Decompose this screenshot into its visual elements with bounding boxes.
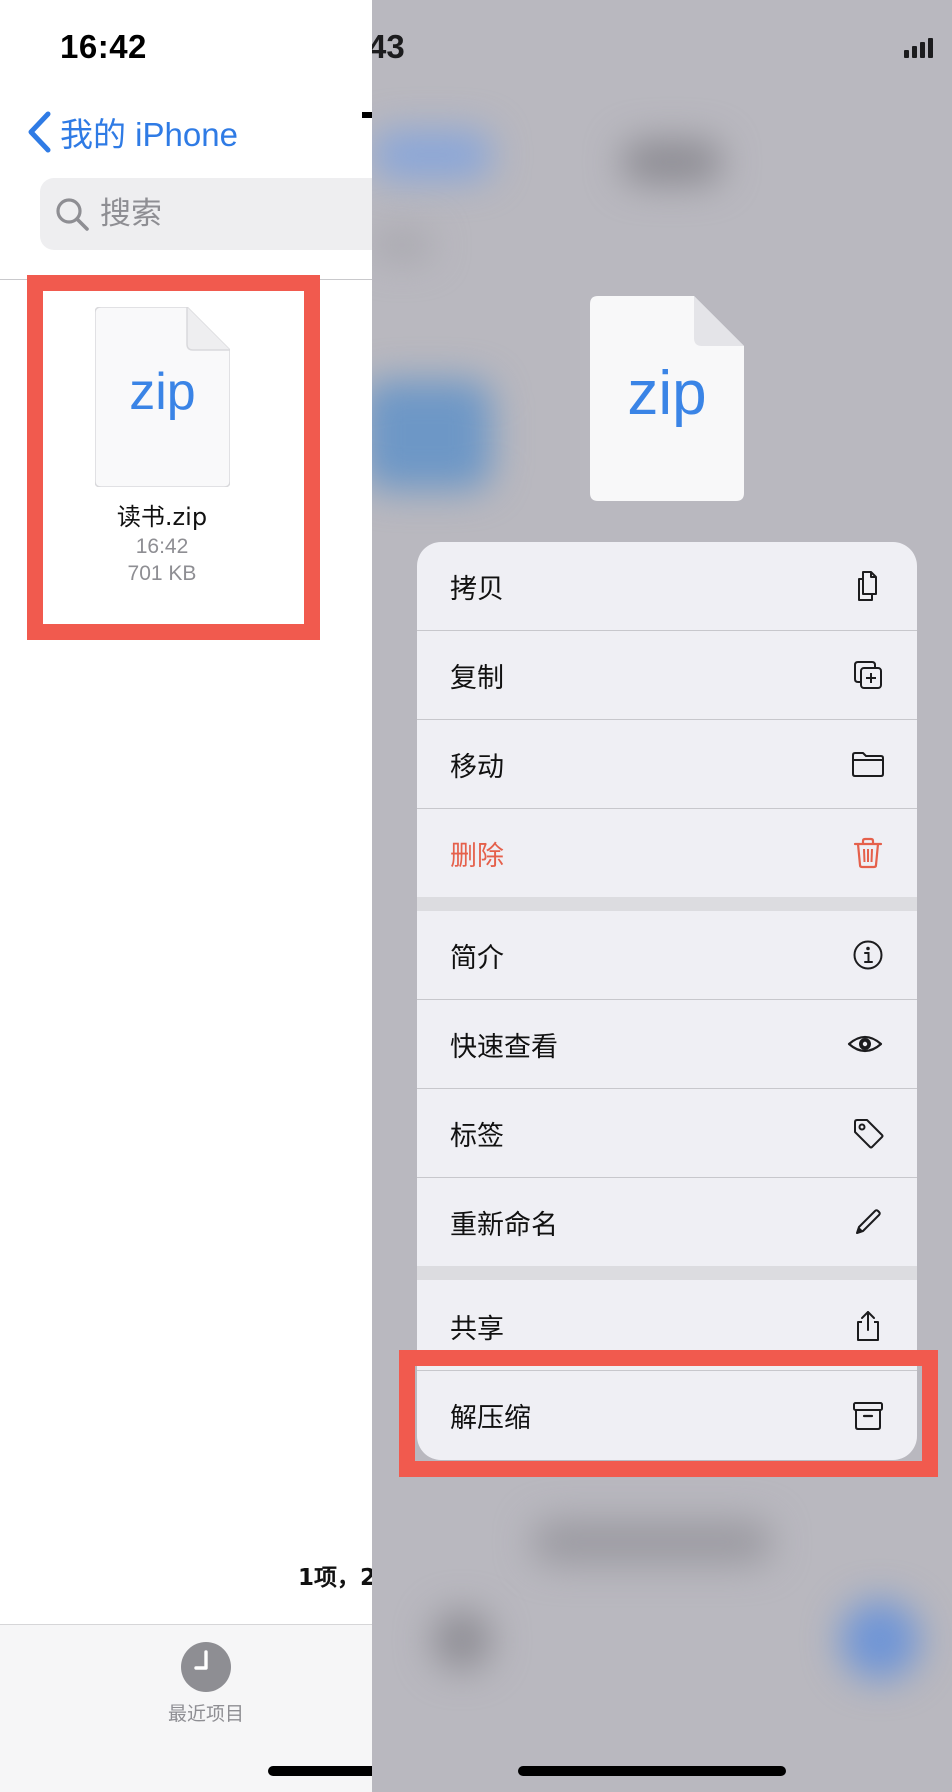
file-preview: zip bbox=[590, 296, 744, 501]
item-count: 1项，2 bbox=[298, 1565, 372, 1591]
menu-item-info[interactable]: 简介 bbox=[417, 911, 917, 999]
menu-group-gap bbox=[417, 897, 917, 911]
menu-item-share-label: 共享 bbox=[450, 1313, 504, 1345]
context-menu: 拷贝 复制 移动 删除 简介 快速查看 标签 重新命名 共享 解压缩 bbox=[417, 542, 917, 1460]
menu-item-duplicate-label: 复制 bbox=[450, 662, 504, 694]
context-menu-pane: 43 zip 拷贝 复制 移动 删除 简介 快速查看 标签 重新命名 共享 解压… bbox=[372, 0, 952, 1792]
blurred-background bbox=[372, 380, 492, 490]
home-indicator bbox=[268, 1766, 372, 1776]
home-indicator bbox=[518, 1766, 786, 1776]
title-fragment bbox=[362, 112, 372, 118]
status-time-fragment: 43 bbox=[372, 28, 405, 65]
blurred-background bbox=[622, 140, 722, 184]
blurred-background bbox=[840, 1600, 920, 1680]
menu-group-gap bbox=[417, 1266, 917, 1280]
files-browser-pane: 16:42 我的 iPhone zip 读书.zip 16:42 701 KB … bbox=[0, 0, 372, 1792]
menu-item-delete[interactable]: 删除 bbox=[417, 809, 917, 897]
tab-recents-label: 最近项目 bbox=[167, 1703, 244, 1725]
copy-doc-icon bbox=[858, 571, 877, 601]
menu-item-quick-look[interactable]: 快速查看 bbox=[417, 1000, 917, 1088]
menu-item-copy-label: 拷贝 bbox=[450, 573, 504, 605]
search-field[interactable] bbox=[40, 178, 372, 250]
pencil-icon bbox=[856, 1209, 881, 1234]
menu-item-delete-label: 删除 bbox=[450, 840, 504, 872]
menu-item-rename-label: 重新命名 bbox=[450, 1209, 558, 1241]
menu-item-copy[interactable]: 拷贝 bbox=[417, 542, 917, 630]
menu-item-quick-look-label: 快速查看 bbox=[450, 1031, 558, 1063]
menu-item-move-label: 移动 bbox=[450, 751, 504, 783]
duplicate-plus-icon bbox=[854, 661, 882, 689]
tab-recents[interactable]: 最近项目 bbox=[130, 1641, 282, 1726]
chevron-left-icon bbox=[28, 111, 51, 153]
blurred-background bbox=[532, 1520, 772, 1564]
trash-icon bbox=[853, 837, 883, 869]
share-icon bbox=[857, 1311, 879, 1341]
info-icon bbox=[853, 940, 883, 970]
blurred-background bbox=[372, 130, 492, 180]
tag-icon bbox=[854, 1119, 884, 1149]
eye-icon bbox=[847, 1035, 883, 1053]
preview-extension-label: zip bbox=[627, 359, 707, 428]
folder-icon bbox=[852, 752, 884, 777]
clock-icon bbox=[181, 1642, 231, 1692]
highlight-frame-uncompress bbox=[399, 1350, 938, 1477]
menu-item-duplicate[interactable]: 复制 bbox=[417, 631, 917, 719]
search-icon bbox=[56, 198, 89, 231]
back-button[interactable]: 我的 iPhone bbox=[24, 108, 238, 156]
menu-item-tags[interactable]: 标签 bbox=[417, 1089, 917, 1177]
search-input[interactable] bbox=[100, 196, 360, 232]
menu-item-rename[interactable]: 重新命名 bbox=[417, 1178, 917, 1266]
menu-item-move[interactable]: 移动 bbox=[417, 720, 917, 808]
blurred-background bbox=[372, 230, 432, 260]
menu-item-info-label: 简介 bbox=[450, 942, 504, 974]
status-time: 16:42 bbox=[60, 28, 147, 65]
blurred-background bbox=[432, 1610, 492, 1670]
menu-item-tags-label: 标签 bbox=[450, 1120, 504, 1152]
signal-icon bbox=[904, 38, 933, 58]
back-button-label: 我的 iPhone bbox=[60, 116, 238, 153]
highlight-frame-file bbox=[27, 275, 320, 640]
